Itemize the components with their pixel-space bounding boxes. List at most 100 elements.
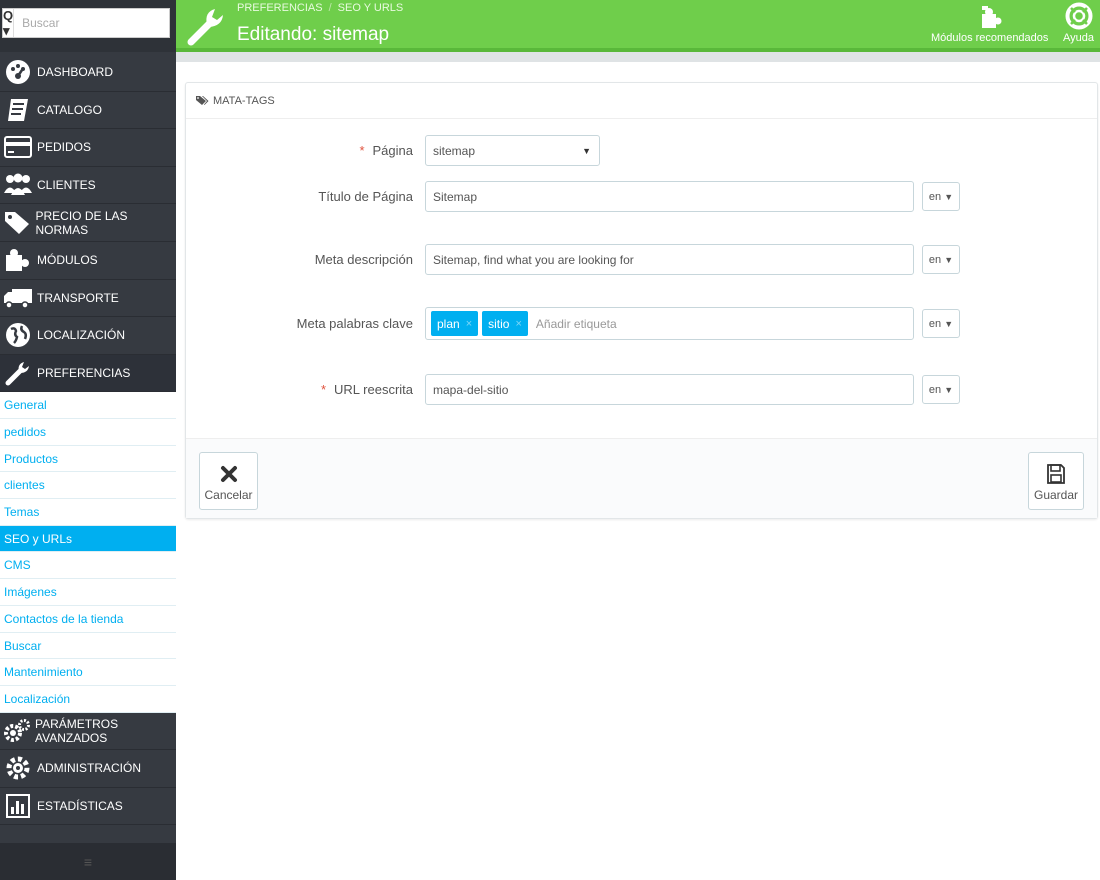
recommended-modules-button[interactable]: Módulos recomendados (931, 0, 1048, 52)
page-row: * Página sitemap ▼ (186, 135, 1097, 166)
chevron-down-icon: ▼ (944, 254, 954, 265)
search-box: Q ▾ (2, 8, 178, 38)
sidebar-item-label: PEDIDOS (37, 140, 92, 155)
preferences-submenu: General pedidos Productos clientes Temas… (0, 392, 176, 713)
submenu-item-products[interactable]: Productos (0, 446, 176, 473)
sidebar-item-preferences[interactable]: PREFERENCIAS (0, 354, 176, 393)
cog-icon (3, 753, 33, 783)
remove-tag-icon[interactable]: × (466, 318, 472, 330)
required-mark: * (359, 143, 365, 158)
sidebar-item-price-rules[interactable]: PRECIO DE LAS NORMAS (0, 204, 176, 242)
breadcrumb-item[interactable]: SEO Y URLS (338, 2, 404, 14)
keyword-tag-label: sitio (488, 316, 510, 331)
dashboard-icon (3, 57, 33, 87)
meta-tags-panel: MATA-TAGS * Página sitemap ▼ Título de Pá… (185, 82, 1098, 519)
page-title: Editando: sitemap (237, 24, 390, 45)
sidebar-item-localization[interactable]: LOCALIZACIÓN (0, 317, 176, 355)
sidebar-item-administration[interactable]: ADMINISTRACIÓN (0, 750, 176, 788)
puzzle-icon (3, 245, 33, 275)
sidebar-item-dashboard[interactable]: DASHBOARD (0, 54, 176, 92)
breadcrumb: PREFERENCIAS / SEO Y URLS (237, 2, 403, 14)
wrench-icon (186, 6, 226, 46)
language-label: en (928, 253, 942, 266)
cancel-button[interactable]: Cancelar (199, 452, 258, 510)
sidebar-item-label: LOCALIZACIÓN (37, 328, 126, 343)
cogs-icon (3, 716, 31, 746)
sidebar-item-label: ADMINISTRACIÓN (37, 761, 142, 776)
language-dropdown[interactable]: en ▼ (922, 309, 960, 338)
submenu-item-themes[interactable]: Temas (0, 499, 176, 526)
panel-heading: MATA-TAGS (186, 83, 1097, 119)
sidebar-item-shipping[interactable]: TRANSPORTE (0, 280, 176, 318)
page-header: PREFERENCIAS / SEO Y URLS Editando: sitema… (176, 0, 1100, 52)
language-dropdown[interactable]: en ▼ (922, 182, 960, 211)
sidebar-item-customers[interactable]: CLIENTES (0, 167, 176, 205)
catalog-icon (3, 95, 33, 125)
search-input[interactable] (14, 9, 178, 37)
meta-description-row: Meta descripción Sitemap, find what you … (186, 244, 1097, 275)
submenu-item-orders[interactable]: pedidos (0, 419, 176, 446)
sidebar-item-orders[interactable]: PEDIDOS (0, 129, 176, 167)
credit-card-icon (3, 132, 33, 162)
tags-icon (3, 208, 31, 238)
sidebar-collapse-button[interactable]: ≡ (0, 843, 176, 880)
sidebar-item-label: CLIENTES (37, 178, 96, 193)
language-label: en (928, 383, 942, 396)
submenu-item-geolocation[interactable]: Localización (0, 686, 176, 713)
submenu-item-images[interactable]: Imágenes (0, 579, 176, 606)
meta-keywords-input[interactable]: plan × sitio × (425, 307, 914, 340)
main-nav: DASHBOARD CATALOGO PEDIDOS CLIENTES PREC… (0, 54, 176, 826)
keyword-tag: sitio × (482, 311, 528, 336)
language-dropdown[interactable]: en ▼ (922, 375, 960, 404)
chevron-down-icon: ▼ (582, 145, 591, 156)
save-button[interactable]: Guardar (1028, 452, 1084, 510)
search-type-button[interactable]: Q ▾ (3, 8, 15, 38)
submenu-item-store-contacts[interactable]: Contactos de la tienda (0, 606, 176, 633)
submenu-item-search[interactable]: Buscar (0, 633, 176, 660)
meta-description-label: Meta descripción (314, 252, 413, 267)
save-icon (1046, 460, 1066, 488)
breadcrumb-item[interactable]: PREFERENCIAS (237, 2, 323, 14)
page-title-input[interactable]: Sitemap (425, 181, 914, 212)
sidebar-item-stats[interactable]: ESTADÍSTICAS (0, 788, 176, 826)
language-label: en (928, 190, 942, 203)
sidebar-item-label: PREFERENCIAS (37, 366, 131, 381)
panel-footer: Cancelar Guardar (186, 438, 1097, 518)
chevron-down-icon: ▼ (944, 191, 954, 202)
submenu-item-seo-urls[interactable]: SEO y URLs (0, 525, 176, 553)
help-button[interactable]: Ayuda (1063, 0, 1094, 52)
sidebar-item-modules[interactable]: MÓDULOS (0, 242, 176, 280)
add-tag-input[interactable] (535, 316, 736, 331)
submenu-item-general[interactable]: General (0, 392, 176, 420)
tags-icon (195, 95, 209, 106)
url-rewrite-value: mapa-del-sitio (433, 382, 509, 397)
page-label-text: Página (372, 143, 413, 158)
keyword-tag: plan × (431, 311, 479, 336)
meta-description-input[interactable]: Sitemap, find what you are looking for (425, 244, 914, 275)
page-title-label: Título de Página (318, 189, 413, 204)
life-ring-icon (1065, 0, 1093, 30)
sidebar-item-catalog[interactable]: CATALOGO (0, 92, 176, 130)
submenu-item-cms[interactable]: CMS (0, 552, 176, 580)
globe-icon (3, 320, 33, 350)
language-dropdown[interactable]: en ▼ (922, 245, 960, 274)
url-rewrite-input[interactable]: mapa-del-sitio (425, 374, 914, 405)
url-rewrite-label-text: URL reescrita (334, 382, 413, 397)
language-label: en (928, 317, 942, 330)
url-rewrite-label: * URL reescrita (321, 382, 413, 397)
meta-description-value: Sitemap, find what you are looking for (433, 252, 634, 267)
page-select[interactable]: sitemap ▼ (425, 135, 600, 166)
sidebar-item-label: MÓDULOS (37, 253, 98, 268)
panel-title: MATA-TAGS (213, 94, 275, 107)
page-select-value: sitemap (433, 143, 476, 158)
truck-icon (3, 283, 33, 313)
submenu-item-customers[interactable]: clientes (0, 472, 176, 500)
search-bar: Q ▾ (0, 0, 178, 52)
meta-keywords-label: Meta palabras clave (296, 316, 413, 331)
sidebar-item-advanced-parameters[interactable]: PARÁMETROS AVANZADOS (0, 713, 176, 751)
menu-icon: ≡ (83, 853, 93, 870)
submenu-item-maintenance[interactable]: Mantenimiento (0, 659, 176, 686)
keyword-tag-label: plan (437, 316, 460, 331)
main-content: MATA-TAGS * Página sitemap ▼ Título de Pá… (176, 62, 1100, 880)
remove-tag-icon[interactable]: × (515, 318, 521, 330)
